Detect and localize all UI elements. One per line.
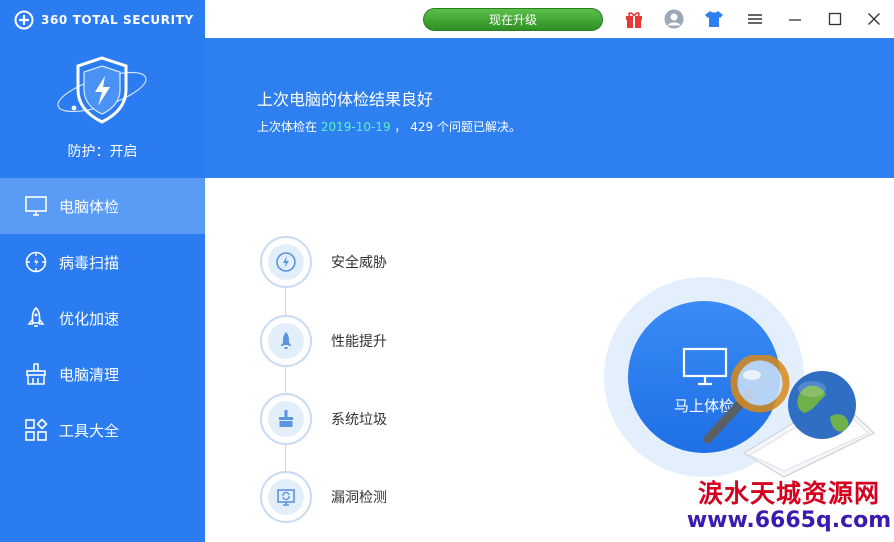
checkup-items: 安全威胁 性能提升 系统垃圾 漏洞检测 bbox=[260, 236, 460, 526]
check-item-label: 性能提升 bbox=[331, 334, 387, 350]
broom-icon bbox=[24, 362, 48, 386]
avatar-icon[interactable] bbox=[664, 9, 684, 29]
watermark-title: 涙水天城资源网 bbox=[697, 479, 880, 508]
virus-scan-icon bbox=[24, 250, 48, 274]
check-item-circle bbox=[260, 471, 312, 523]
rocket-icon bbox=[24, 306, 48, 330]
banner-sub-suffix: ， 429 个问题已解决。 bbox=[394, 120, 521, 134]
toolbox-icon bbox=[24, 418, 48, 442]
sidebar-item-label: 优化加速 bbox=[59, 309, 120, 328]
check-item-label: 安全威胁 bbox=[331, 255, 387, 271]
maximize-icon[interactable] bbox=[825, 9, 845, 29]
sidebar-item-virus-scan[interactable]: 病毒扫描 bbox=[0, 234, 205, 290]
sidebar-nav: 电脑体检 病毒扫描 优化加速 电脑清理 工具大全 bbox=[0, 178, 205, 458]
patch-icon bbox=[268, 479, 304, 515]
title-bar: 现在升级 bbox=[205, 0, 894, 38]
sidebar-item-toolbox[interactable]: 工具大全 bbox=[0, 402, 205, 458]
rocket-icon bbox=[268, 323, 304, 359]
upgrade-button[interactable]: 现在升级 bbox=[423, 8, 603, 31]
watermark: 涙水天城资源网 www.6665q.com bbox=[686, 474, 892, 540]
brand: 360 TOTAL SECURITY bbox=[14, 10, 194, 30]
watermark-url: www.6665q.com bbox=[686, 508, 892, 533]
protection-status: 防护：开启 bbox=[67, 144, 138, 160]
magnifier-globe-icon bbox=[703, 355, 875, 478]
logo-icon bbox=[14, 10, 34, 30]
check-item-label: 系统垃圾 bbox=[331, 412, 387, 428]
close-icon[interactable] bbox=[864, 9, 884, 29]
shield-icon bbox=[57, 56, 147, 124]
threat-icon bbox=[268, 244, 304, 280]
sidebar-item-label: 病毒扫描 bbox=[59, 253, 120, 272]
sidebar-item-label: 电脑体检 bbox=[59, 197, 120, 216]
last-check-date: 2019-10-19 bbox=[320, 120, 391, 134]
check-item-junk: 系统垃圾 bbox=[260, 393, 460, 445]
skin-icon[interactable] bbox=[704, 9, 724, 29]
check-item-label: 漏洞检测 bbox=[331, 490, 387, 506]
check-item-circle bbox=[260, 393, 312, 445]
banner-sub-prefix: 上次体检在 bbox=[257, 120, 318, 134]
sidebar-item-speedup[interactable]: 优化加速 bbox=[0, 290, 205, 346]
check-item-vulnerability: 漏洞检测 bbox=[260, 471, 460, 523]
menu-icon[interactable] bbox=[745, 9, 765, 29]
banner-subtitle: 上次体检在 2019-10-19 ， 429 个问题已解决。 bbox=[257, 118, 521, 135]
sidebar-item-label: 电脑清理 bbox=[59, 365, 120, 384]
monitor-icon bbox=[24, 194, 48, 218]
gift-icon[interactable] bbox=[624, 9, 644, 29]
check-item-circle bbox=[260, 315, 312, 367]
sidebar-item-cleanup[interactable]: 电脑清理 bbox=[0, 346, 205, 402]
sidebar: 360 TOTAL SECURITY 防护：开启 电脑体检 病毒扫描 优化加速 bbox=[0, 0, 205, 542]
sidebar-item-checkup[interactable]: 电脑体检 bbox=[0, 178, 205, 234]
brand-name: 360 TOTAL SECURITY bbox=[41, 13, 194, 27]
check-item-performance: 性能提升 bbox=[260, 315, 460, 367]
broom-icon bbox=[268, 401, 304, 437]
status-banner: 上次电脑的体检结果良好 上次体检在 2019-10-19 ， 429 个问题已解… bbox=[205, 38, 894, 178]
sidebar-item-label: 工具大全 bbox=[59, 421, 120, 440]
minimize-icon[interactable] bbox=[785, 9, 805, 29]
check-item-threats: 安全威胁 bbox=[260, 236, 460, 288]
check-item-circle bbox=[260, 236, 312, 288]
banner-title: 上次电脑的体检结果良好 bbox=[257, 90, 434, 109]
